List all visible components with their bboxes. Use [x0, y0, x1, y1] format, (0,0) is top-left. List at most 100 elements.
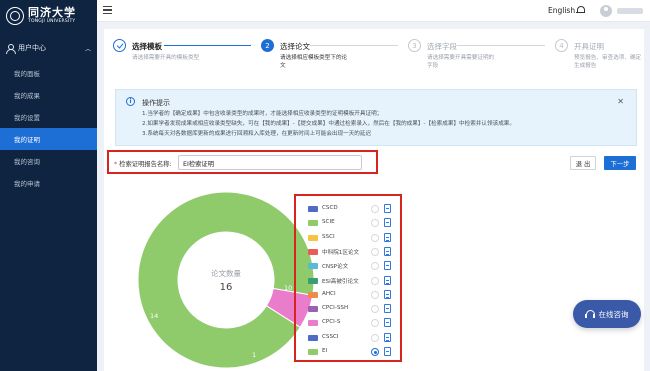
step-title: 选择模板: [132, 42, 162, 51]
university-logo[interactable]: 同济大学 TONGJI UNIVERSITY: [0, 0, 97, 32]
legend-item[interactable]: ESI高被引论文: [308, 275, 394, 288]
report-name-label: * 检索证明报告名称:: [114, 161, 172, 168]
legend-radio[interactable]: [371, 205, 379, 213]
top-bar: English: [97, 0, 650, 22]
step-title: 选择字段: [427, 42, 457, 51]
headset-icon: [585, 309, 595, 319]
legend-item[interactable]: 中科院1区论文: [308, 246, 394, 259]
legend-item[interactable]: CNSP论文: [308, 260, 394, 273]
menu-toggle-icon[interactable]: [103, 6, 112, 14]
logo-name-cn: 同济大学: [28, 6, 76, 20]
legend-swatch: [308, 220, 318, 227]
paper-count-donut-chart: 14 10 1 论文数量 16: [136, 191, 316, 371]
legend-swatch: [308, 334, 318, 341]
legend-item[interactable]: CSSCI: [308, 332, 394, 345]
online-consult-label: 在线咨询: [598, 309, 629, 319]
document-icon[interactable]: [384, 275, 391, 285]
university-seal-icon: [6, 7, 24, 25]
legend-item[interactable]: CPCI-S: [308, 317, 394, 330]
legend-item[interactable]: EI: [308, 346, 394, 359]
legend-radio[interactable]: [371, 247, 379, 256]
next-button[interactable]: 下一步: [604, 156, 636, 170]
legend-radio[interactable]: [371, 333, 379, 342]
slice-data-label: 1: [252, 351, 256, 359]
legend-swatch: [308, 248, 318, 255]
info-icon: i: [126, 97, 135, 106]
sidebar-item[interactable]: 我的成果: [0, 84, 97, 106]
legend-radio[interactable]: [371, 290, 379, 299]
document-icon[interactable]: [384, 289, 391, 299]
legend-label: CSCD: [322, 205, 338, 211]
sidebar-item[interactable]: 我的咨询: [0, 150, 97, 172]
document-icon[interactable]: [384, 218, 391, 228]
document-icon[interactable]: [384, 246, 391, 256]
legend-swatch: [308, 206, 318, 212]
document-icon[interactable]: [384, 204, 391, 213]
donut-center-value: 16: [219, 282, 233, 293]
document-icon[interactable]: [384, 232, 391, 242]
document-icon[interactable]: [384, 261, 391, 271]
step-desc: 请选择需要开具需要证明的字段: [427, 55, 495, 69]
language-switch[interactable]: English: [548, 6, 575, 15]
document-icon[interactable]: [384, 347, 391, 356]
legend-label: EI: [322, 348, 328, 354]
legend-swatch: [308, 263, 318, 270]
legend-label: CPCI-SSH: [322, 305, 349, 312]
legend-swatch: [308, 320, 318, 327]
menu-group-user-center[interactable]: 用户中心 ︿: [0, 34, 97, 62]
bell-icon[interactable]: [576, 5, 585, 16]
legend-item[interactable]: CSCD: [308, 203, 394, 216]
donut-slice-ei[interactable]: [137, 191, 315, 369]
step-title: 开具证明: [574, 42, 604, 51]
legend-label: SSCI: [322, 233, 335, 240]
legend-swatch: [308, 349, 318, 355]
notice-title: 操作提示: [142, 99, 170, 107]
avatar[interactable]: [600, 5, 612, 17]
legend-item[interactable]: SSCI: [308, 232, 394, 245]
legend-radio[interactable]: [371, 233, 379, 242]
online-consult-button[interactable]: 在线咨询: [573, 300, 641, 328]
step-number: 3: [408, 39, 421, 52]
step-connector: [310, 45, 398, 46]
document-icon[interactable]: [384, 304, 391, 314]
legend-label: AHCI: [322, 290, 336, 297]
step-number: 2: [261, 39, 274, 52]
legend-item[interactable]: AHCI: [308, 289, 394, 302]
legend-radio[interactable]: [371, 219, 379, 228]
chevron-up-icon: ︿: [84, 45, 91, 53]
legend-label: CPCI-S: [322, 319, 341, 326]
legend-radio[interactable]: [371, 305, 379, 314]
sidebar-item[interactable]: 我的申请: [0, 172, 97, 194]
legend-label: CSSCI: [322, 333, 339, 340]
sidebar-item[interactable]: 我的面板: [0, 62, 97, 84]
document-icon[interactable]: [384, 318, 391, 328]
legend-radio[interactable]: [371, 276, 379, 285]
legend-radio[interactable]: [371, 262, 379, 271]
slice-data-label: 14: [150, 312, 158, 320]
sidebar-item[interactable]: 我的证明: [0, 128, 97, 150]
legend-swatch: [308, 306, 318, 313]
sidebar-item[interactable]: 我的设置: [0, 106, 97, 128]
step-progress: 选择模板请选择需要开具的模板类型 2 选择论文请选择相应模板类型下的论文 3 选择字段请…: [104, 29, 644, 79]
step-desc: 请选择相应模板类型下的论文: [280, 55, 348, 69]
donut-center-title: 论文数量: [211, 269, 241, 278]
username-redacted[interactable]: [617, 8, 643, 14]
legend-label: SCIE: [322, 219, 335, 226]
step-connector: [164, 45, 251, 46]
step-desc: 请选择需要开具的模板类型: [132, 55, 200, 61]
notice-line: 2.如果学者发现成果或相应收录类型缺失，可在【我的成果】-【提交成果】中通过检索…: [142, 121, 515, 127]
legend-item[interactable]: SCIE: [308, 217, 394, 230]
exit-button[interactable]: 退 出: [570, 156, 596, 170]
legend-item[interactable]: CPCI-SSH: [308, 303, 394, 316]
sidebar: 同济大学 TONGJI UNIVERSITY 用户中心 ︿ 我的面板 我的成果 我的…: [0, 0, 97, 371]
legend-radio[interactable]: [371, 348, 379, 356]
operation-notice: i 操作提示 1.当学者的【确定成果】中包含收录类型的成果时，才能选择相应收录类…: [115, 89, 637, 146]
document-icon[interactable]: [384, 332, 391, 342]
step-title: 选择论文: [280, 42, 310, 51]
report-name-input[interactable]: EI检索证明: [178, 155, 362, 170]
check-icon: [113, 39, 126, 52]
step-desc: 预览报告、审查选项、确定生成报告: [574, 55, 642, 69]
legend-radio[interactable]: [371, 319, 379, 328]
logo-name-en: TONGJI UNIVERSITY: [28, 19, 76, 25]
close-icon[interactable]: ✕: [617, 97, 624, 106]
